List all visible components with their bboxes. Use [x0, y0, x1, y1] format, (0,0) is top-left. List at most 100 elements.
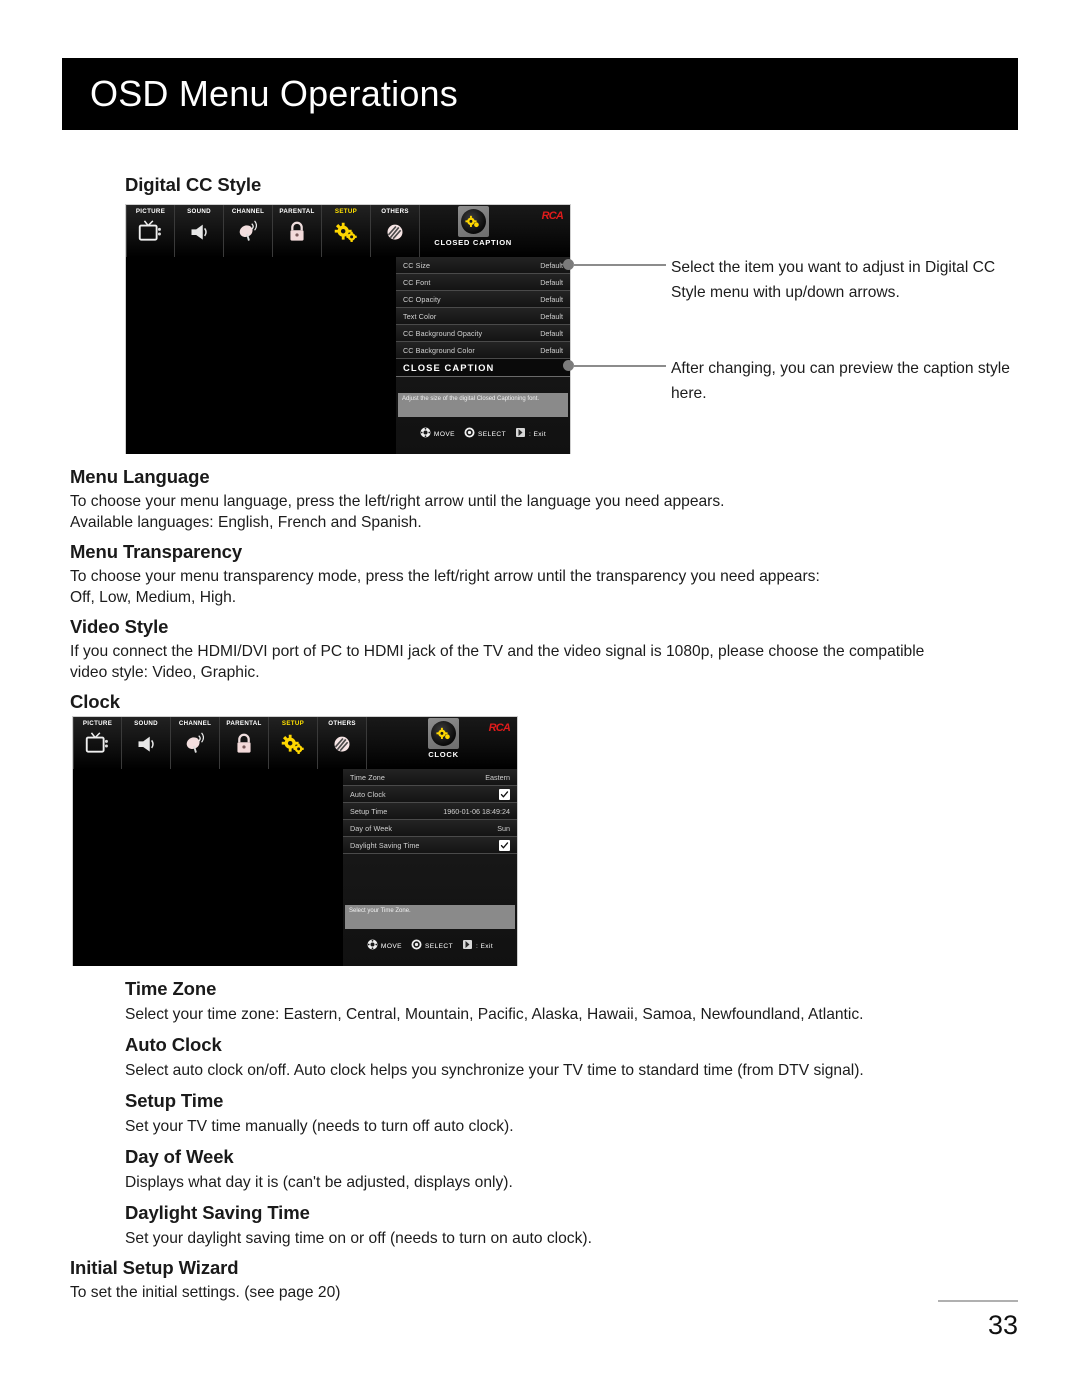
osd-tab-others[interactable]: OTHERS — [371, 205, 420, 257]
satellite-dish-icon — [233, 218, 263, 246]
menu-row[interactable]: CC Background Color Default — [396, 342, 570, 359]
menu-row[interactable]: Daylight Saving Time — [343, 837, 517, 854]
section-body-menu-language: To choose your menu language, press the … — [70, 492, 990, 533]
osd-video-area — [126, 257, 398, 454]
footer-rule — [938, 1300, 1018, 1302]
exit-icon — [462, 937, 473, 955]
dpad-icon — [367, 937, 378, 955]
menu-row-label: Text Color — [403, 311, 437, 321]
osd-tab-label: CHANNEL — [178, 720, 212, 727]
nav-exit[interactable]: : Exit — [515, 425, 546, 443]
osd-tab-others[interactable]: OTHERS — [318, 717, 367, 769]
menu-row-value: Default — [540, 328, 563, 338]
menu-row-value: Sun — [497, 823, 510, 833]
osd-tabbar-spacer: CLOCK RCA — [367, 717, 517, 769]
menu-row-label: Setup Time — [350, 806, 388, 816]
osd-tab-bar: PICTURE SOUND CHANNEL PARENTAL SETUP OTH… — [73, 717, 517, 769]
ok-button-icon — [464, 425, 475, 443]
body-line: Set your TV time manually (needs to turn… — [125, 1118, 514, 1135]
menu-row[interactable]: CC Opacity Default — [396, 291, 570, 308]
osd-tab-channel[interactable]: CHANNEL — [171, 717, 220, 769]
menu-row[interactable]: Setup Time 1960-01-06 18:49:24 — [343, 803, 517, 820]
osd-hint-text: Adjust the size of the digital Closed Ca… — [402, 396, 540, 402]
nav-exit[interactable]: : Exit — [462, 937, 493, 955]
section-heading-menu-language: Menu Language — [70, 466, 210, 487]
menu-row-label: CC Background Opacity — [403, 328, 483, 338]
menu-row[interactable]: Auto Clock — [343, 786, 517, 803]
caption-preview-row: CLOSE CAPTION — [396, 359, 570, 377]
menu-row-value: Default — [540, 311, 563, 321]
osd-tabbar-spacer: CLOSED CAPTION RCA — [420, 205, 570, 257]
gears-icon — [278, 730, 308, 758]
osd-hint-box: Select your Time Zone. — [345, 905, 515, 929]
menu-row[interactable]: Day of Week Sun — [343, 820, 517, 837]
osd-tab-label: OTHERS — [328, 720, 356, 727]
osd-current-menu-indicator: CLOCK — [428, 718, 459, 759]
gears-icon — [431, 721, 456, 746]
osd-body: Time Zone Eastern Auto Clock Setup Time … — [73, 769, 517, 966]
nav-label: MOVE — [433, 430, 455, 438]
nav-move[interactable]: MOVE — [420, 425, 455, 443]
nav-select[interactable]: SELECT — [411, 937, 453, 955]
menu-row-value: 1960-01-06 18:49:24 — [443, 806, 510, 816]
menu-row-label: Daylight Saving Time — [350, 840, 420, 850]
osd-screenshot-closed-caption: PICTURE SOUND CHANNEL PARENTAL SETUP OTH… — [125, 204, 571, 454]
current-menu-label: CLOCK — [428, 750, 459, 759]
gears-icon — [331, 218, 361, 246]
osd-tab-sound[interactable]: SOUND — [175, 205, 224, 257]
menu-row[interactable]: CC Font Default — [396, 274, 570, 291]
callout-line-1 — [573, 264, 666, 266]
lock-icon — [229, 730, 259, 758]
callout-line-2 — [573, 365, 666, 367]
caption-preview-label: CLOSE CAPTION — [403, 362, 495, 373]
section-body-time-zone: Select your time zone: Eastern, Central,… — [125, 1005, 1025, 1026]
body-line: Set your daylight saving time on or off … — [125, 1230, 592, 1247]
current-menu-icon-frame — [457, 206, 489, 237]
menu-row[interactable]: CC Background Opacity Default — [396, 325, 570, 342]
osd-tab-picture[interactable]: PICTURE — [126, 205, 175, 257]
osd-video-area — [73, 769, 345, 966]
slashed-circle-icon — [327, 730, 357, 758]
menu-row[interactable]: Text Color Default — [396, 308, 570, 325]
current-menu-label: CLOSED CAPTION — [434, 238, 512, 247]
osd-tab-setup[interactable]: SETUP — [322, 205, 371, 257]
menu-row-label: CC Background Color — [403, 345, 475, 355]
osd-tab-channel[interactable]: CHANNEL — [224, 205, 273, 257]
section-heading-time-zone: Time Zone — [125, 978, 217, 999]
section-heading-menu-transparency: Menu Transparency — [70, 541, 243, 562]
manual-page: OSD Menu Operations Digital CC Style PIC… — [0, 0, 1080, 1395]
osd-tab-parental[interactable]: PARENTAL — [273, 205, 322, 257]
menu-row[interactable]: CC Size Default — [396, 257, 570, 274]
rca-logo: RCA — [488, 722, 511, 734]
nav-label: MOVE — [380, 942, 402, 950]
page-number: 33 — [987, 1310, 1018, 1340]
nav-select[interactable]: SELECT — [464, 425, 506, 443]
daylight-saving-checkbox[interactable] — [499, 839, 510, 851]
section-heading-daylight-saving-time: Daylight Saving Time — [125, 1202, 310, 1223]
body-line: Available languages: English, French and… — [70, 513, 422, 531]
osd-tab-label: PARENTAL — [279, 208, 315, 215]
osd-tab-parental[interactable]: PARENTAL — [220, 717, 269, 769]
auto-clock-checkbox[interactable] — [499, 788, 510, 800]
body-line: video style: Video, Graphic. — [70, 663, 260, 681]
nav-move[interactable]: MOVE — [367, 937, 402, 955]
page-header-bar: OSD Menu Operations — [62, 58, 1018, 130]
menu-row-label: Auto Clock — [350, 789, 386, 799]
lock-icon — [282, 218, 312, 246]
body-line: Select your time zone: Eastern, Central,… — [125, 1006, 864, 1023]
section-heading-setup-time: Setup Time — [125, 1090, 224, 1111]
osd-body: CC Size Default CC Font Default CC Opaci… — [126, 257, 570, 454]
menu-row-label: Time Zone — [350, 772, 385, 782]
osd-tab-bar: PICTURE SOUND CHANNEL PARENTAL SETUP OTH… — [126, 205, 570, 257]
speaker-icon — [184, 218, 214, 246]
section-body-auto-clock: Select auto clock on/off. Auto clock hel… — [125, 1061, 1025, 1082]
osd-tab-picture[interactable]: PICTURE — [73, 717, 122, 769]
dpad-icon — [420, 425, 431, 443]
osd-menu-panel: CC Size Default CC Font Default CC Opaci… — [396, 257, 570, 454]
osd-tab-sound[interactable]: SOUND — [122, 717, 171, 769]
menu-row[interactable]: Time Zone Eastern — [343, 769, 517, 786]
nav-label: SELECT — [477, 430, 507, 438]
osd-menu-panel: Time Zone Eastern Auto Clock Setup Time … — [343, 769, 517, 966]
menu-row-value: Default — [540, 260, 563, 270]
osd-tab-setup[interactable]: SETUP — [269, 717, 318, 769]
